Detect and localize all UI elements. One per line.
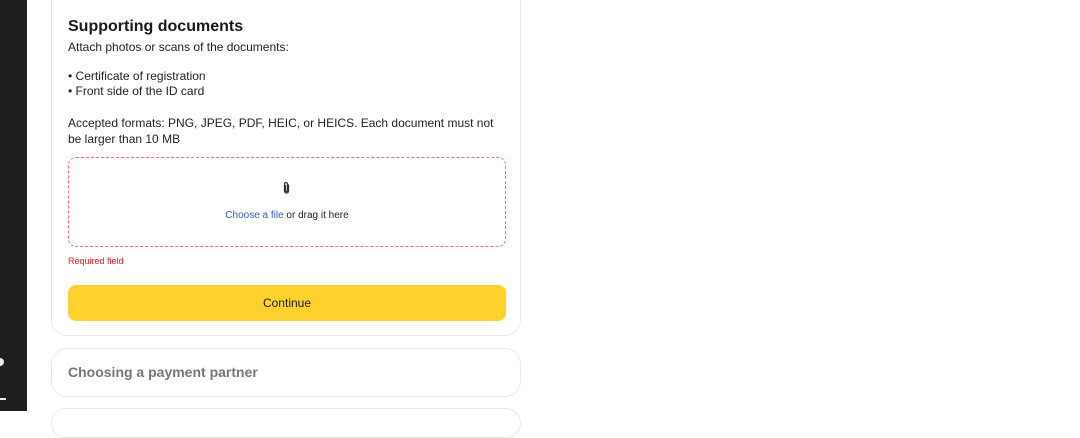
section-title: Supporting documents (68, 18, 244, 35)
sidebar-corner-icon[interactable] (0, 390, 6, 400)
dropzone-instructions: Choose a file or drag it here (69, 210, 505, 221)
choose-file-link[interactable]: Choose a file (225, 210, 283, 221)
list-item: Certificate of registration (68, 69, 206, 84)
payment-partner-title: Choosing a payment partner (68, 364, 258, 380)
supporting-documents-card: Supporting documents Attach photos or sc… (51, 0, 521, 336)
sidebar-dot-icon[interactable] (0, 358, 4, 366)
required-field-error: Required field (68, 256, 124, 266)
drag-hint: or drag it here (283, 210, 349, 221)
required-documents-list: Certificate of registration Front side o… (68, 69, 206, 99)
list-item: Front side of the ID card (68, 84, 206, 99)
payment-partner-card[interactable]: Choosing a payment partner (51, 348, 521, 397)
left-sidebar-strip (0, 0, 27, 411)
next-step-card[interactable] (51, 408, 521, 438)
accepted-formats-note: Accepted formats: PNG, JPEG, PDF, HEIC, … (68, 116, 494, 146)
paperclip-icon (283, 181, 290, 194)
continue-button[interactable]: Continue (68, 285, 506, 321)
file-dropzone[interactable]: Choose a file or drag it here (68, 157, 506, 247)
section-subtitle: Attach photos or scans of the documents: (68, 40, 289, 54)
